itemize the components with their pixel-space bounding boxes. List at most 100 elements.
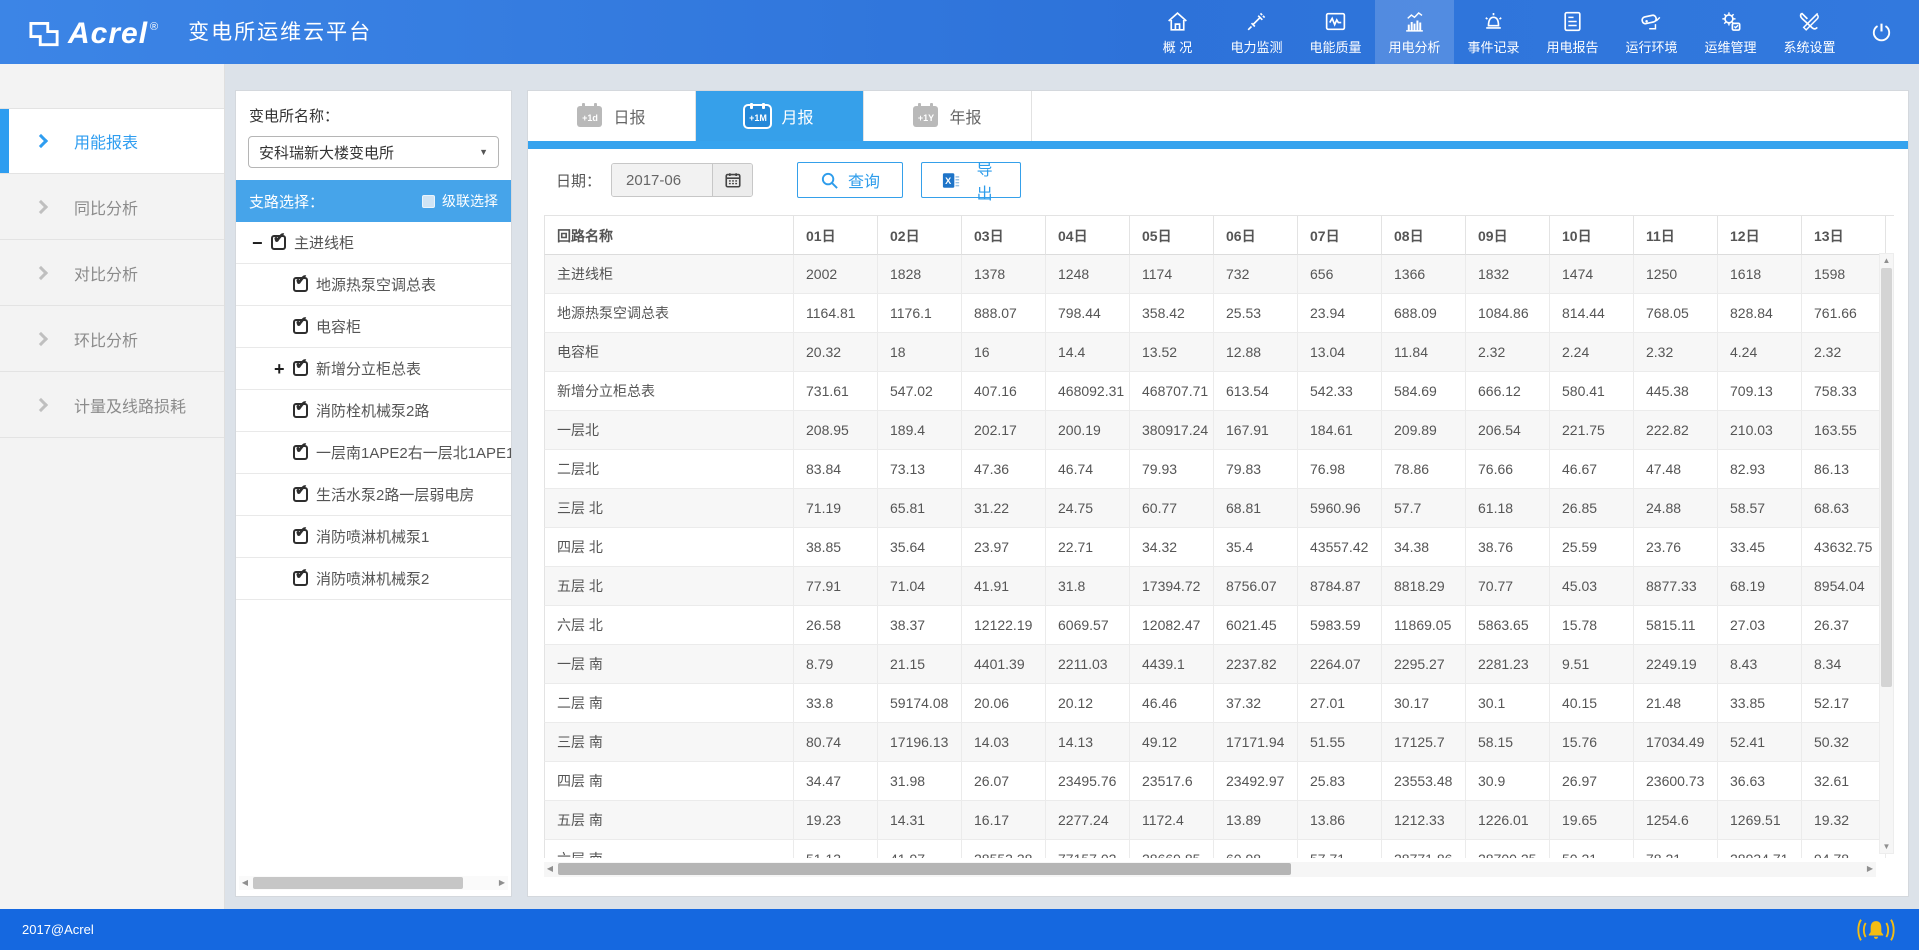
table-cell: 189.4 xyxy=(878,411,962,450)
table-cell: 542.33 xyxy=(1298,372,1382,411)
tree-scrollbar-thumb[interactable] xyxy=(253,877,463,889)
nav-item-alarm[interactable]: 事件记录 xyxy=(1454,0,1533,64)
collapse-icon[interactable]: − xyxy=(252,234,268,252)
nav-item-quality[interactable]: 电能质量 xyxy=(1296,0,1375,64)
tab-yearly[interactable]: +1Y年报 xyxy=(864,91,1032,141)
export-button[interactable]: X 导出 xyxy=(921,162,1021,198)
table-cell: 732 xyxy=(1214,255,1298,294)
table-row: 三层 北71.1965.8131.2224.7560.7768.815960.9… xyxy=(544,489,1894,528)
nav-item-ops[interactable]: 运维管理 xyxy=(1691,0,1770,64)
nav-item-analysis[interactable]: 用电分析 xyxy=(1375,0,1454,64)
tree-horizontal-scrollbar[interactable]: ◀ ▶ xyxy=(239,876,508,890)
chevron-right-icon xyxy=(34,199,48,213)
table-cell: 13.52 xyxy=(1130,333,1214,372)
table-cell: 1269.51 xyxy=(1718,801,1802,840)
tree-node[interactable]: 消防喷淋机械泵1 xyxy=(236,516,511,558)
tree-node[interactable]: 地源热泵空调总表 xyxy=(236,264,511,306)
vertical-scrollbar-thumb[interactable] xyxy=(1881,268,1892,687)
table-row: 地源热泵空调总表1164.811176.1888.07798.44358.422… xyxy=(544,294,1894,333)
tree-node-label: 一层南1APE2右一层北1APE1左 xyxy=(316,442,511,463)
sidebar-item-3[interactable]: 对比分析 xyxy=(0,240,224,306)
checked-checkbox-icon[interactable] xyxy=(293,361,308,376)
table-cell: 11.84 xyxy=(1382,333,1466,372)
cascade-checkbox[interactable] xyxy=(422,195,435,208)
tree-node-label: 新增分立柜总表 xyxy=(316,358,421,379)
table-cell: 86.13 xyxy=(1802,450,1886,489)
table-cell: 41.91 xyxy=(962,567,1046,606)
checked-checkbox-icon[interactable] xyxy=(293,319,308,334)
column-header-day: 14日 xyxy=(1886,216,1894,255)
main-panel: +1d日报+1M月报+1Y年报 日期： 查询 X 导出 xyxy=(527,90,1909,897)
column-header-day: 06日 xyxy=(1214,216,1298,255)
station-select[interactable]: 安科瑞新大楼变电所 ▼ xyxy=(248,136,499,168)
power-button[interactable] xyxy=(1849,0,1913,64)
table-cell: 2295.27 xyxy=(1382,645,1466,684)
date-input[interactable] xyxy=(612,164,712,196)
tree-node[interactable]: −主进线柜 xyxy=(236,222,511,264)
table-horizontal-scrollbar[interactable]: ◀ ▶ xyxy=(544,862,1876,877)
home-icon xyxy=(1165,9,1190,34)
tree-node[interactable]: 消防栓机械泵2路 xyxy=(236,390,511,432)
table-cell: 24.75 xyxy=(1046,489,1130,528)
table-scrollbar-thumb[interactable] xyxy=(558,863,1291,875)
app-title: 变电所运维云平台 xyxy=(188,16,372,46)
nav-item-camera[interactable]: 运行环境 xyxy=(1612,0,1691,64)
footer: 2017@Acrel xyxy=(0,909,1919,950)
table-cell: 68.19 xyxy=(1718,567,1802,606)
table-cell: 163.55 xyxy=(1802,411,1886,450)
sidebar-item-1[interactable]: 用能报表 xyxy=(0,108,224,174)
tree-node[interactable]: + 新增分立柜总表 xyxy=(236,348,511,390)
registered-mark: ® xyxy=(150,21,158,33)
scroll-down-icon[interactable]: ▼ xyxy=(1880,840,1893,853)
table-cell: 14.4 xyxy=(1046,333,1130,372)
nav-item-tools[interactable]: 系统设置 xyxy=(1770,0,1849,64)
scroll-right-icon[interactable]: ▶ xyxy=(496,876,508,890)
table-vertical-scrollbar[interactable]: ▲ ▼ xyxy=(1879,253,1894,854)
sidebar-item-4[interactable]: 环比分析 xyxy=(0,306,224,372)
sidebar-item-2[interactable]: 同比分析 xyxy=(0,174,224,240)
table-cell: 23.76 xyxy=(1634,528,1718,567)
tree-node[interactable]: 一层南1APE2右一层北1APE1左 xyxy=(236,432,511,474)
svg-text:X: X xyxy=(945,175,951,185)
nav-item-plug[interactable]: 电力监测 xyxy=(1217,0,1296,64)
scroll-up-icon[interactable]: ▲ xyxy=(1880,254,1893,267)
table-cell: 46.67 xyxy=(1550,450,1634,489)
calendar-button[interactable] xyxy=(712,164,752,196)
tree-node[interactable]: 电容柜 xyxy=(236,306,511,348)
checked-checkbox-icon[interactable] xyxy=(293,277,308,292)
checked-checkbox-icon[interactable] xyxy=(293,445,308,460)
tree-node[interactable]: 消防喷淋机械泵2 xyxy=(236,558,511,600)
table-cell: 33.45 xyxy=(1718,528,1802,567)
table-cell: 888.07 xyxy=(962,294,1046,333)
sidebar-item-5[interactable]: 计量及线路损耗 xyxy=(0,372,224,438)
tree-node[interactable]: 生活水泵2路一层弱电房 xyxy=(236,474,511,516)
checked-checkbox-icon[interactable] xyxy=(293,529,308,544)
table-cell: 202.17 xyxy=(962,411,1046,450)
checked-checkbox-icon[interactable] xyxy=(271,235,286,250)
table-cell: 1254.6 xyxy=(1634,801,1718,840)
tab-daily[interactable]: +1d日报 xyxy=(528,91,696,141)
scroll-right-icon[interactable]: ▶ xyxy=(1864,862,1876,876)
nav-item-report[interactable]: 用电报告 xyxy=(1533,0,1612,64)
query-button[interactable]: 查询 xyxy=(797,162,903,198)
checked-checkbox-icon[interactable] xyxy=(293,571,308,586)
nav-item-label: 用电分析 xyxy=(1388,37,1440,56)
table-cell: 27.03 xyxy=(1718,606,1802,645)
nav-item-home[interactable]: 概 况 xyxy=(1138,0,1217,64)
table-cell: 14.03 xyxy=(962,723,1046,762)
table-cell: 13.86 xyxy=(1298,801,1382,840)
expand-icon[interactable]: + xyxy=(274,360,290,378)
table-cell: 52.17 xyxy=(1802,684,1886,723)
table-cell: 1176.1 xyxy=(878,294,962,333)
checked-checkbox-icon[interactable] xyxy=(293,403,308,418)
alarm-bell-icon[interactable] xyxy=(1855,915,1897,945)
column-header-day: 01日 xyxy=(794,216,878,255)
table-cell: 613.54 xyxy=(1214,372,1298,411)
scroll-left-icon[interactable]: ◀ xyxy=(239,876,251,890)
tab-monthly[interactable]: +1M月报 xyxy=(696,91,864,141)
table-cell: 76.98 xyxy=(1298,450,1382,489)
scroll-left-icon[interactable]: ◀ xyxy=(544,862,556,876)
checked-checkbox-icon[interactable] xyxy=(293,487,308,502)
cascade-select[interactable]: 级联选择 xyxy=(422,191,498,211)
table-cell: 13.04 xyxy=(1298,333,1382,372)
